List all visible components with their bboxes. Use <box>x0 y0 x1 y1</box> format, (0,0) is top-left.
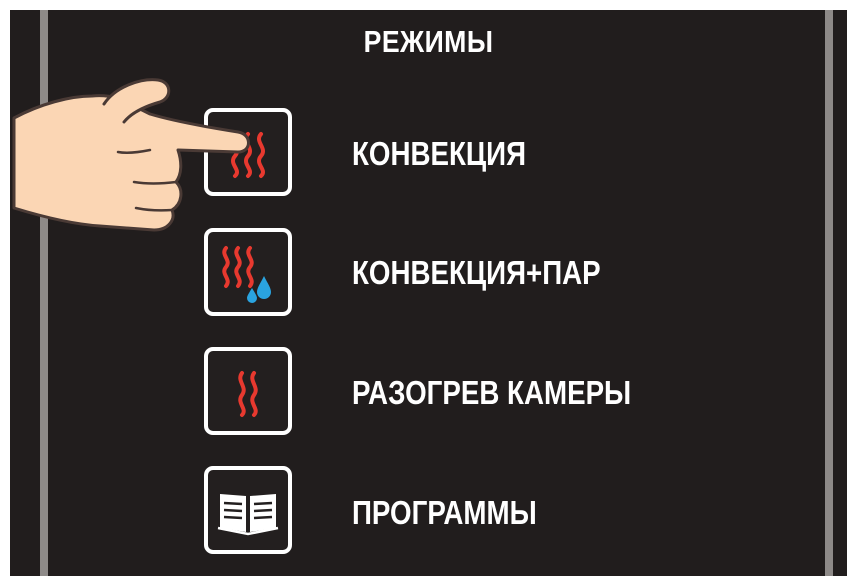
chamber-preheat-icon <box>238 371 258 417</box>
chamber-preheat-mode-button[interactable] <box>204 347 292 435</box>
programs-mode-button[interactable] <box>204 466 292 554</box>
pointing-hand-icon <box>12 78 250 232</box>
convection-mode-label[interactable]: КОНВЕКЦИЯ <box>352 135 526 173</box>
convection-steam-mode-label[interactable]: КОНВЕКЦИЯ+ПАР <box>352 254 601 292</box>
chamber-preheat-mode-label[interactable]: РАЗОГРЕВ КАМЕРЫ <box>352 374 631 412</box>
right-frame-rail <box>825 10 833 576</box>
page-title: РЕЖИМЫ <box>363 24 494 59</box>
programs-mode-label[interactable]: ПРОГРАММЫ <box>352 494 537 532</box>
programs-book-icon <box>217 494 279 536</box>
